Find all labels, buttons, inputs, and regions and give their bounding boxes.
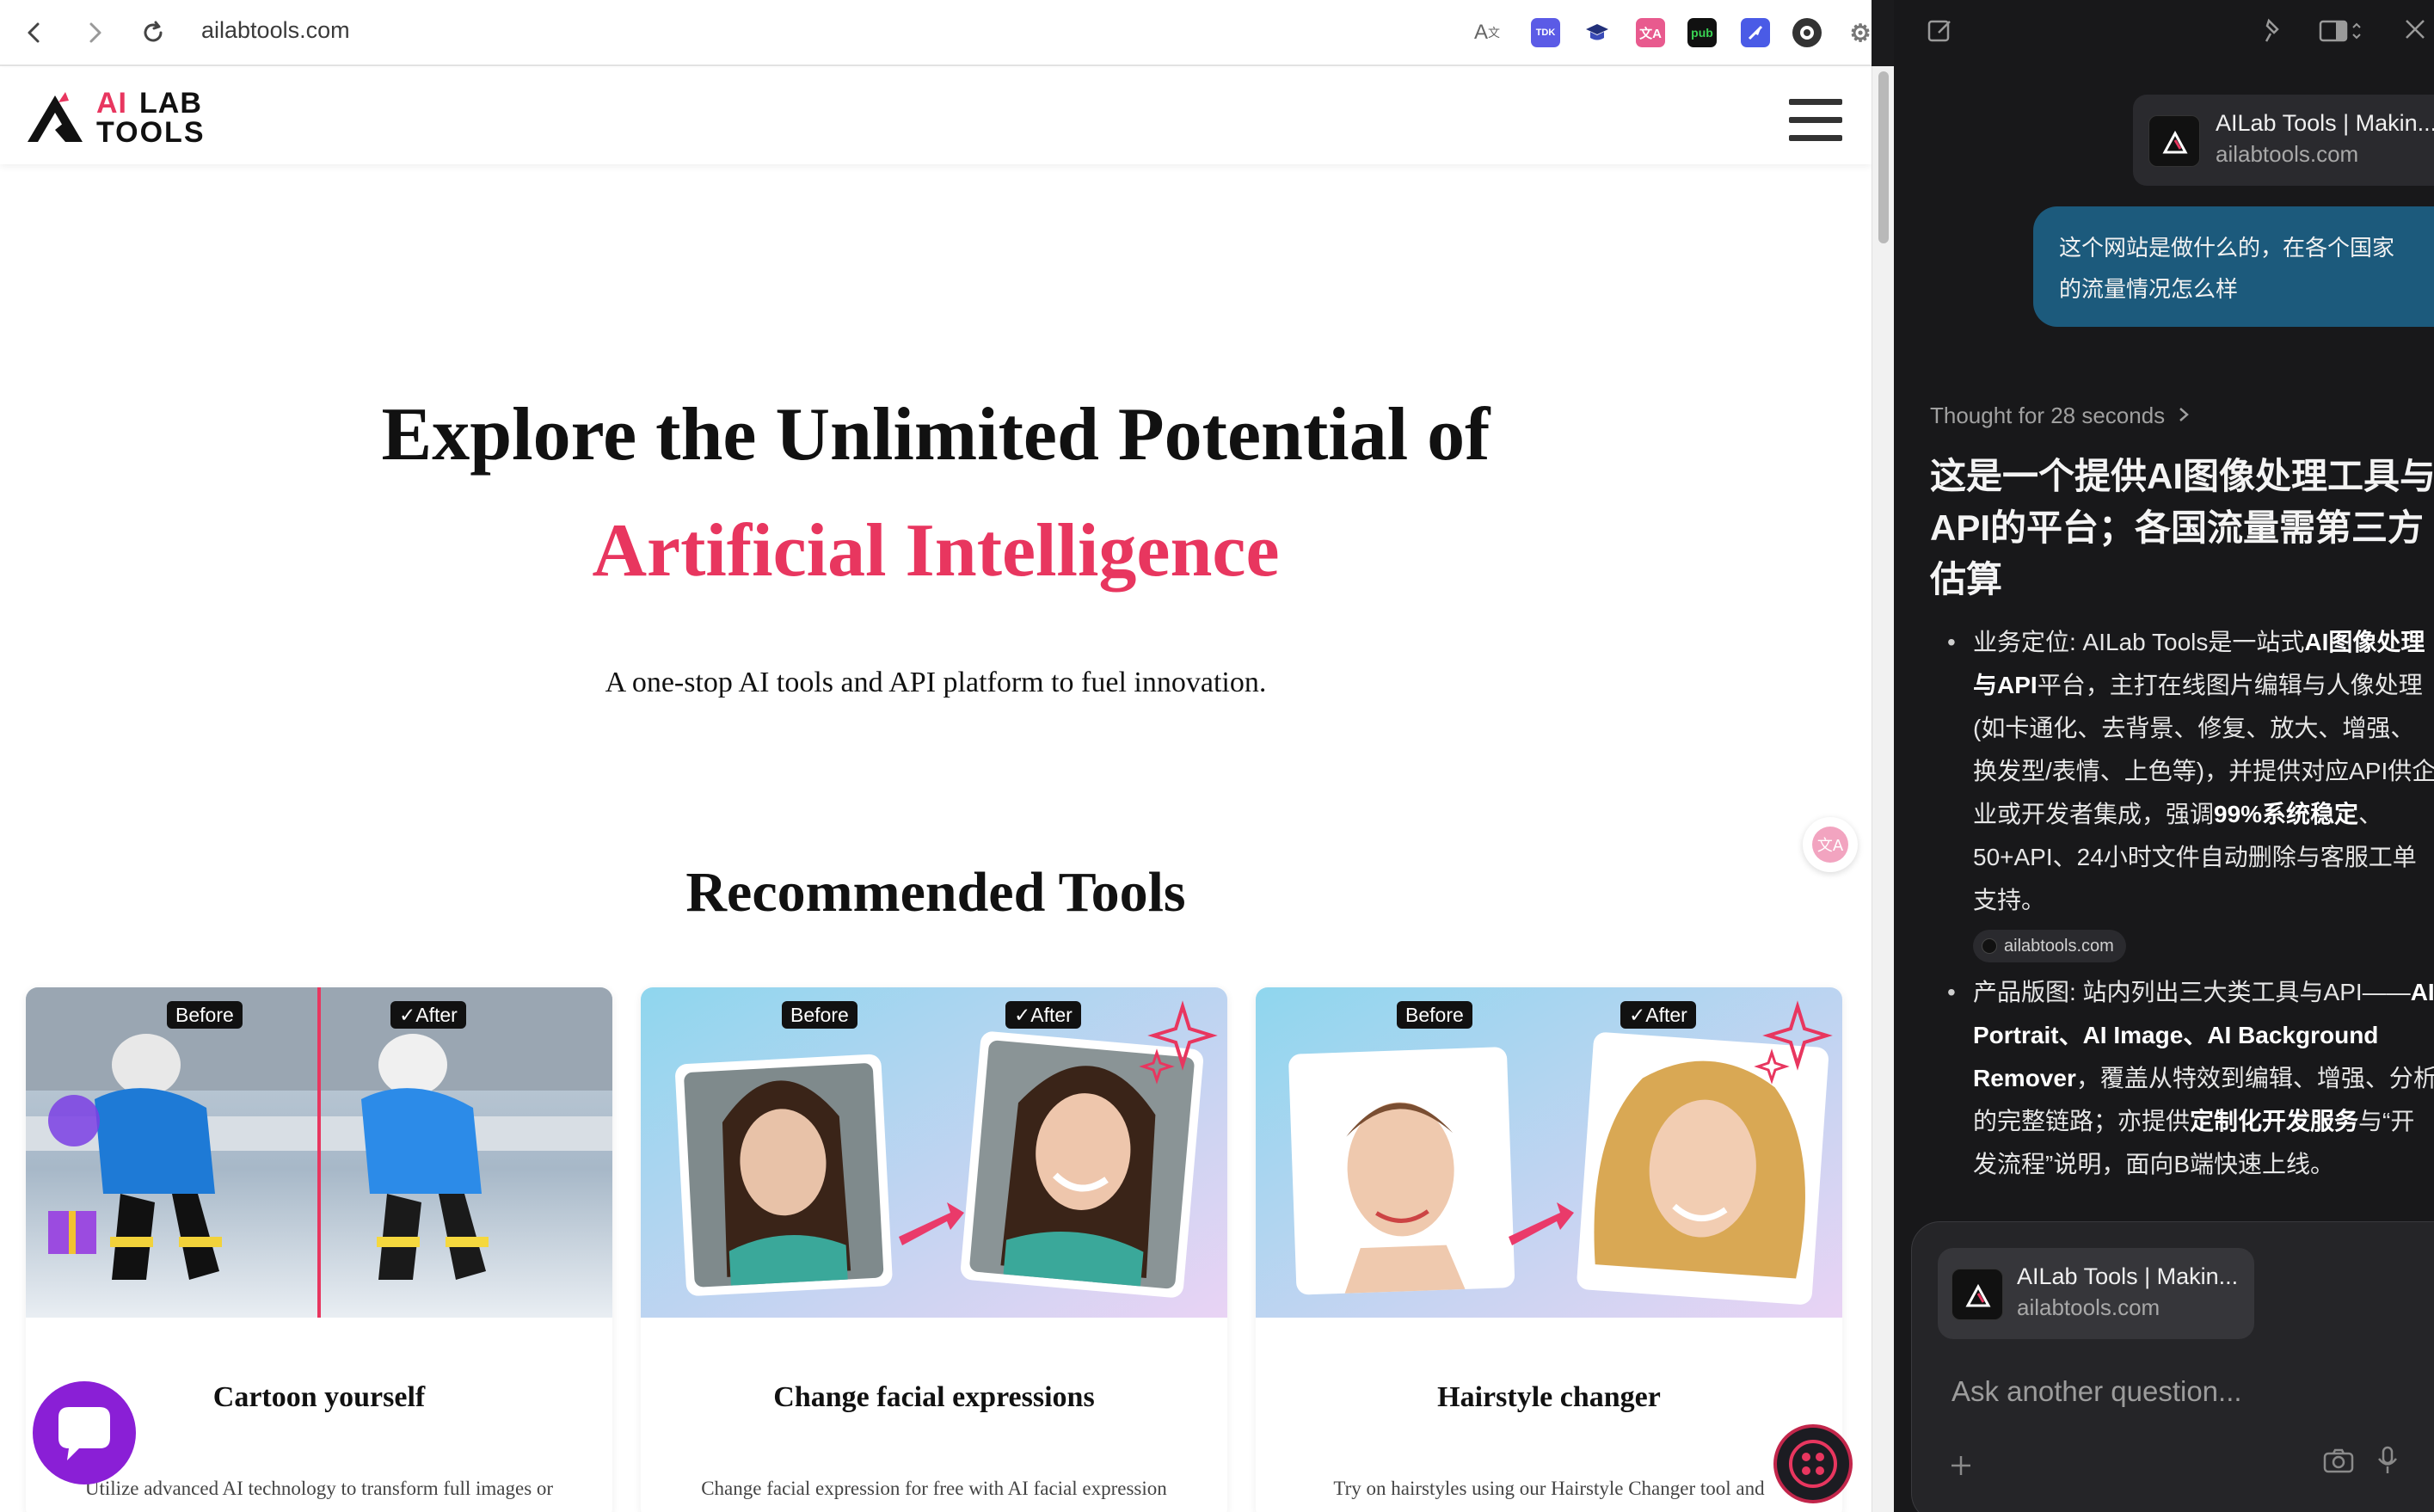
composer: AILab Tools | Makin... ailabtools.com As… xyxy=(1911,1221,2434,1512)
before-badge: Before xyxy=(782,1001,857,1029)
answer-heading: 这是一个提供AI图像处理工具与API的平台；各国流量需第三方估算 xyxy=(1930,456,2434,599)
before-badge: Before xyxy=(1397,1001,1472,1029)
translate-icon[interactable]: A文 xyxy=(1472,18,1502,47)
citation-favicon-icon xyxy=(1982,938,1997,954)
layout-toggle-icon[interactable] xyxy=(2319,17,2363,52)
tdk-label: TDK xyxy=(1535,28,1556,38)
tool-card-hairstyle[interactable]: Before ✓After Hairstyle changer Try on h… xyxy=(1256,987,1842,1512)
card-title: Hairstyle changer xyxy=(1437,1381,1661,1413)
bullet-bold: 99%系统稳定 xyxy=(2214,801,2359,827)
after-badge: ✓After xyxy=(1005,1001,1081,1029)
quill-icon[interactable] xyxy=(1741,18,1770,47)
back-icon[interactable] xyxy=(17,15,52,50)
after-badge: ✓After xyxy=(390,1001,466,1029)
card-image-cartoon: Before ✓After xyxy=(26,987,612,1318)
user-message-line: 的流量情况怎么样 xyxy=(2059,276,2239,302)
pin-icon[interactable] xyxy=(2259,17,2284,52)
ask-input[interactable]: Ask another question... xyxy=(1952,1375,2242,1408)
card-description: Change facial expression for free with A… xyxy=(701,1478,1167,1499)
citation-chip[interactable]: ailabtools.com xyxy=(1973,930,2126,962)
ailab-logo-mark-icon xyxy=(28,92,83,142)
logo-tools-text: TOOLS xyxy=(96,116,206,149)
assistant-side-panel: AILab Tools | Makin... ailabtools.com 这个… xyxy=(1894,0,2434,1512)
add-attachment-icon[interactable] xyxy=(1948,1446,1974,1487)
pub-label: pub xyxy=(1691,26,1713,40)
user-message: 这个网站是做什么的，在各个国家 的流量情况怎么样 xyxy=(2033,206,2434,327)
chat-support-icon[interactable] xyxy=(33,1381,136,1484)
source-page-card[interactable]: AILab Tools | Makin... ailabtools.com xyxy=(2133,95,2434,186)
forward-icon[interactable] xyxy=(77,15,112,50)
chevron-right-icon xyxy=(2178,403,2190,429)
address-bar[interactable]: ailabtools.com xyxy=(201,17,350,44)
card-description: Try on hairstyles using our Hairstyle Ch… xyxy=(1333,1478,1765,1499)
card-title: Change facial expressions xyxy=(773,1381,1095,1413)
svg-text:文A: 文A xyxy=(1817,837,1844,855)
card-image-hairstyle: Before ✓After xyxy=(1256,987,1842,1318)
scrollbar-thumb[interactable] xyxy=(1878,71,1889,243)
reload-icon[interactable] xyxy=(136,15,170,50)
bullet-bold: 定制化开发服务 xyxy=(2190,1108,2359,1134)
page-scrollbar[interactable] xyxy=(1872,66,1894,1512)
after-badge: ✓After xyxy=(1620,1001,1696,1029)
browser-toolbar: ailabtools.com A文 TDK 文A pub ⚙ xyxy=(0,0,1872,66)
citation-label: ailabtools.com xyxy=(2004,937,2114,956)
bullet-text: 业务定位: AILab Tools是一站式 xyxy=(1973,629,2305,655)
composer-context-card[interactable]: AILab Tools | Makin... ailabtools.com xyxy=(1938,1248,2254,1339)
site-favicon-icon xyxy=(2148,115,2200,167)
translate-float-icon[interactable]: 文A xyxy=(1803,817,1858,872)
new-chat-icon[interactable] xyxy=(1927,17,1954,52)
hero-subtitle: A one-stop AI tools and API platform to … xyxy=(605,667,1267,698)
close-icon[interactable] xyxy=(2403,17,2427,48)
composer-source-title: AILab Tools | Makin... xyxy=(2017,1263,2239,1289)
github-icon[interactable] xyxy=(1792,18,1822,47)
hero-title-highlight: Artificial Intelligence xyxy=(592,509,1280,593)
pub-extension-icon[interactable]: pub xyxy=(1687,18,1717,47)
answer-bullets: 业务定位: AILab Tools是一站式AI图像处理与API平台，主打在线图片… xyxy=(1930,621,2434,1186)
before-badge: Before xyxy=(167,1001,243,1029)
card-image-facial-expressions: Before ✓After xyxy=(641,987,1227,1318)
thought-label: Thought for 28 seconds xyxy=(1930,403,2166,428)
site-header: AI LAB TOOLS xyxy=(0,68,1872,164)
graduation-cap-icon[interactable] xyxy=(1583,18,1612,47)
thought-toggle[interactable]: Thought for 28 seconds xyxy=(1930,403,2190,429)
composer-source-url: ailabtools.com xyxy=(2017,1294,2160,1320)
source-url: ailabtools.com xyxy=(2216,141,2359,167)
bullet-text: 产品版图: 站内列出三大类工具与API—— xyxy=(1973,979,2411,1005)
browser-viewport: ailabtools.com A文 TDK 文A pub ⚙ AI LAB TO… xyxy=(0,0,1872,1512)
ailab-logo[interactable]: AI LAB TOOLS xyxy=(24,87,205,149)
user-message-line: 这个网站是做什么的，在各个国家 xyxy=(2059,235,2395,261)
camera-icon[interactable] xyxy=(2323,1447,2354,1480)
tool-card-facial-expressions[interactable]: Before ✓After Change facial expressions … xyxy=(641,987,1227,1512)
source-title: AILab Tools | Makin... xyxy=(2216,110,2434,136)
menu-icon[interactable] xyxy=(1789,99,1842,142)
recommended-tools-heading: Recommended Tools xyxy=(685,861,1186,924)
translate-extension-icon[interactable]: 文A xyxy=(1636,18,1665,47)
tdk-extension-icon[interactable]: TDK xyxy=(1531,18,1560,47)
microphone-icon[interactable] xyxy=(2376,1446,2399,1482)
assistant-orb-icon[interactable] xyxy=(1773,1424,1853,1503)
settings-extension-icon[interactable]: ⚙ xyxy=(1846,18,1872,47)
hero-title: Explore the Unlimited Potential of xyxy=(381,393,1491,476)
answer-bullet: 产品版图: 站内列出三大类工具与API——AI Portrait、AI Imag… xyxy=(1930,971,2434,1186)
site-favicon-icon xyxy=(1952,1269,2003,1320)
answer-bullet: 业务定位: AILab Tools是一站式AI图像处理与API平台，主打在线图片… xyxy=(1930,621,2434,971)
